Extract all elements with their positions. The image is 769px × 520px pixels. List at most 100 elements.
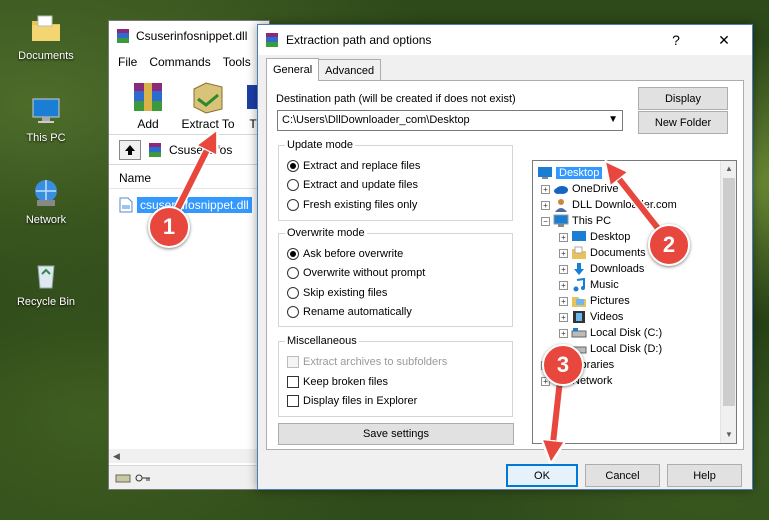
checkbox[interactable] [287, 356, 299, 368]
expand-icon[interactable]: + [559, 296, 568, 306]
update-mode-group: Update mode Extract and replace files Ex… [278, 139, 513, 221]
download-arrow-icon [574, 263, 584, 275]
save-settings-button[interactable]: Save settings [278, 423, 514, 445]
tree-item-desktop[interactable]: Desktop [537, 165, 603, 181]
option-label: Extract and replace files [303, 160, 421, 172]
radio-button[interactable] [287, 267, 299, 279]
radio-rename-automatically[interactable]: Rename automatically [287, 306, 412, 318]
winrar-icon [117, 29, 129, 43]
checkbox-display-explorer[interactable]: Display files in Explorer [287, 395, 417, 407]
scrollbar-thumb[interactable] [723, 178, 735, 406]
tree-item-label: Local Disk (D:) [590, 343, 663, 355]
radio-extract-replace[interactable]: Extract and replace files [287, 160, 420, 172]
documents-icon [572, 246, 586, 259]
radio-button[interactable] [287, 199, 299, 211]
desktop-icon-network[interactable]: Network [6, 176, 86, 226]
tab-general[interactable]: General [266, 58, 320, 81]
film-icon [573, 311, 585, 323]
tree-item-pictures[interactable]: + Pictures [559, 293, 630, 309]
file-row[interactable]: csuserinfosnippet.dll [119, 195, 269, 215]
checkbox-keep-broken[interactable]: Keep broken files [287, 376, 388, 388]
radio-button[interactable] [287, 306, 299, 318]
tree-item-documents[interactable]: + Documents [559, 245, 646, 261]
tree-item-label: Desktop [590, 231, 631, 243]
desktop-icon-label: Documents [18, 50, 74, 62]
expand-icon[interactable]: + [559, 232, 568, 242]
hard-drive-icon [571, 328, 587, 338]
tree-item-user[interactable]: + DLL Downloader.com [541, 197, 677, 213]
address-text[interactable]: Csuserinfos [169, 143, 232, 157]
winrar-toolbar: Add Extract To T [109, 73, 269, 135]
column-header-name[interactable]: Name [109, 167, 269, 189]
up-folder-button[interactable] [119, 139, 141, 160]
scroll-up-icon[interactable]: ▲ [721, 161, 736, 177]
tree-item-label: Pictures [590, 295, 630, 307]
expand-icon[interactable]: + [559, 248, 568, 258]
dialog-tabs: General Advanced [266, 58, 382, 81]
scroll-down-icon[interactable]: ▼ [721, 427, 736, 443]
tree-item-local-c[interactable]: + Local Disk (C:) [559, 325, 662, 341]
tree-item-label: Videos [590, 311, 624, 323]
display-button[interactable]: Display [638, 87, 728, 110]
add-archive-icon [134, 83, 162, 111]
tree-item-videos[interactable]: + Videos [559, 309, 623, 325]
radio-extract-update[interactable]: Extract and update files [287, 179, 418, 191]
collapse-icon[interactable]: − [541, 216, 550, 226]
checkbox[interactable] [287, 395, 299, 407]
tree-item-label: OneDrive [572, 183, 619, 195]
miscellaneous-title: Miscellaneous [285, 335, 359, 347]
dialog-titlebar[interactable]: Extraction path and options ? ✕ [258, 25, 752, 55]
radio-skip-existing[interactable]: Skip existing files [287, 287, 387, 299]
help-icon: ? [672, 32, 680, 48]
help-button[interactable]: Help [667, 464, 742, 487]
tree-vertical-scrollbar[interactable]: ▲ ▼ [720, 161, 736, 443]
drive-icon [115, 474, 131, 482]
winrar-window: Csuserinfosnippet.dll File Commands Tool… [108, 20, 270, 490]
option-label: Ask before overwrite [303, 248, 404, 260]
add-button[interactable]: Add [123, 79, 173, 134]
menu-tools[interactable]: Tools [223, 55, 251, 69]
radio-overwrite-without-prompt[interactable]: Overwrite without prompt [287, 267, 425, 279]
dll-file-icon [119, 197, 133, 213]
expand-icon[interactable]: + [559, 328, 568, 338]
menu-file[interactable]: File [118, 55, 137, 69]
winrar-titlebar[interactable]: Csuserinfosnippet.dll [109, 21, 269, 51]
tree-item-music[interactable]: + Music [559, 277, 619, 293]
extract-to-button[interactable]: Extract To [181, 79, 235, 134]
expand-icon[interactable]: + [559, 280, 568, 290]
step-badge-1: 1 [148, 206, 190, 248]
expand-icon[interactable]: + [541, 200, 550, 210]
radio-fresh-existing[interactable]: Fresh existing files only [287, 199, 417, 211]
destination-path-input[interactable]: C:\Users\DllDownloader_com\Desktop ▼ [277, 110, 623, 131]
help-title-button[interactable]: ? [656, 25, 696, 55]
tree-item-downloads[interactable]: + Downloads [559, 261, 644, 277]
cancel-button[interactable]: Cancel [585, 464, 660, 487]
folder-icon [32, 15, 60, 41]
desktop-icon-recycle-bin[interactable]: Recycle Bin [6, 258, 86, 308]
expand-icon[interactable]: + [559, 312, 568, 322]
tree-item-label: Documents [590, 247, 646, 259]
desktop-icon-documents[interactable]: Documents [6, 12, 86, 62]
chevron-down-icon[interactable]: ▼ [608, 114, 618, 125]
radio-button[interactable] [287, 160, 299, 172]
radio-button[interactable] [287, 287, 299, 299]
cloud-icon [554, 186, 568, 194]
scroll-left-icon[interactable]: ◀ [113, 451, 120, 461]
tree-item-onedrive[interactable]: + OneDrive [541, 181, 618, 197]
checkbox-extract-subfolders[interactable]: Extract archives to subfolders [287, 356, 447, 368]
expand-icon[interactable]: + [559, 264, 568, 274]
horizontal-scrollbar[interactable]: ◀ [109, 449, 269, 463]
radio-ask-before[interactable]: Ask before overwrite [287, 248, 403, 260]
expand-icon[interactable]: + [541, 184, 550, 194]
close-button[interactable]: ✕ [704, 25, 744, 55]
menu-commands[interactable]: Commands [149, 55, 210, 69]
new-folder-button[interactable]: New Folder [638, 111, 728, 134]
desktop-icon-this-pc[interactable]: This PC [6, 94, 86, 144]
ok-button[interactable]: OK [506, 464, 578, 487]
checkbox[interactable] [287, 376, 299, 388]
tree-item-this-pc[interactable]: − This PC [541, 213, 611, 229]
radio-button[interactable] [287, 179, 299, 191]
radio-button[interactable] [287, 248, 299, 260]
tab-advanced[interactable]: Advanced [318, 59, 382, 81]
tree-item-pc-desktop[interactable]: + Desktop [559, 229, 630, 245]
